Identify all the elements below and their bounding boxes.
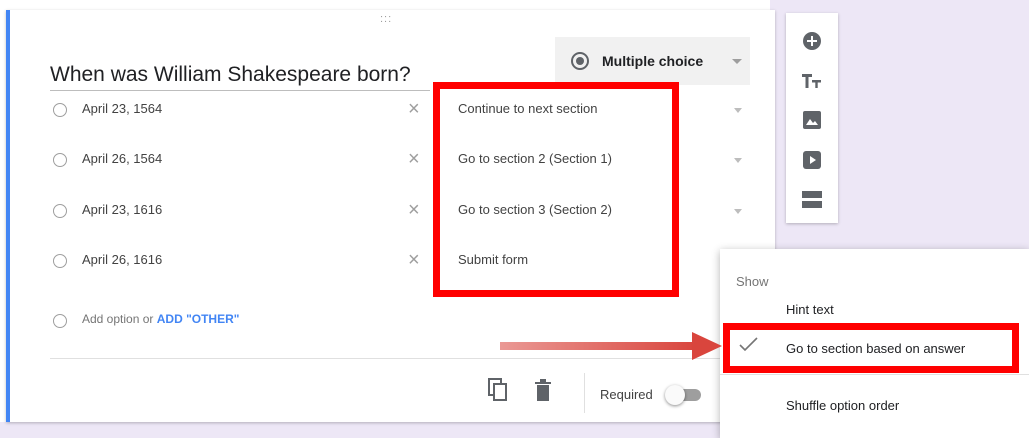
menu-item-hint-text[interactable]: Hint text xyxy=(786,302,834,317)
title-underline xyxy=(50,90,430,91)
dropdown-arrow-icon[interactable] xyxy=(734,158,742,163)
remove-option-icon[interactable]: × xyxy=(408,95,420,123)
remove-option-icon[interactable]: × xyxy=(408,145,420,173)
add-option-text: Add option or ADD "OTHER" xyxy=(82,312,239,326)
radio-icon xyxy=(53,153,67,167)
menu-highlight-box xyxy=(723,323,1019,373)
add-other-link[interactable]: ADD "OTHER" xyxy=(157,312,240,326)
copy-icon[interactable] xyxy=(488,378,508,402)
add-section-icon[interactable] xyxy=(800,188,824,212)
pointer-arrow xyxy=(500,332,722,360)
page-background-bottom xyxy=(0,422,770,438)
radio-icon xyxy=(53,204,67,218)
add-video-icon[interactable] xyxy=(800,148,824,172)
drag-handle[interactable]: ::: xyxy=(380,14,392,25)
menu-item-shuffle[interactable]: Shuffle option order xyxy=(786,398,899,413)
side-toolbar xyxy=(786,13,838,223)
radio-icon xyxy=(53,103,67,117)
question-type-dropdown[interactable]: Multiple choice xyxy=(555,37,750,85)
option-label[interactable]: April 23, 1616 xyxy=(82,202,162,217)
add-option-row: Add option or ADD "OTHER" xyxy=(50,306,450,334)
goto-highlight-box xyxy=(433,82,679,297)
option-label[interactable]: April 26, 1616 xyxy=(82,252,162,267)
menu-divider xyxy=(720,374,1029,375)
required-label: Required xyxy=(600,387,653,402)
toggle-knob xyxy=(665,385,685,405)
add-option-link[interactable]: Add option xyxy=(82,312,139,326)
required-toggle[interactable] xyxy=(665,385,701,405)
dropdown-arrow-icon xyxy=(732,59,742,64)
footer-separator xyxy=(584,373,585,413)
option-label[interactable]: April 26, 1564 xyxy=(82,151,162,166)
radio-button-icon xyxy=(571,52,589,70)
question-type-label: Multiple choice xyxy=(602,53,704,69)
remove-option-icon[interactable]: × xyxy=(408,246,420,274)
dropdown-arrow-icon[interactable] xyxy=(734,108,742,113)
remove-option-icon[interactable]: × xyxy=(408,196,420,224)
radio-icon xyxy=(53,314,67,328)
menu-header: Show xyxy=(736,274,769,289)
delete-icon[interactable] xyxy=(534,379,552,401)
option-label[interactable]: April 23, 1564 xyxy=(82,101,162,116)
add-image-icon[interactable] xyxy=(800,108,824,132)
or-label: or xyxy=(142,312,154,326)
radio-icon xyxy=(53,254,67,268)
dropdown-arrow-icon[interactable] xyxy=(734,209,742,214)
question-title[interactable]: When was William Shakespeare born? xyxy=(50,63,411,87)
add-title-icon[interactable] xyxy=(800,69,824,93)
add-question-icon[interactable] xyxy=(800,29,824,53)
